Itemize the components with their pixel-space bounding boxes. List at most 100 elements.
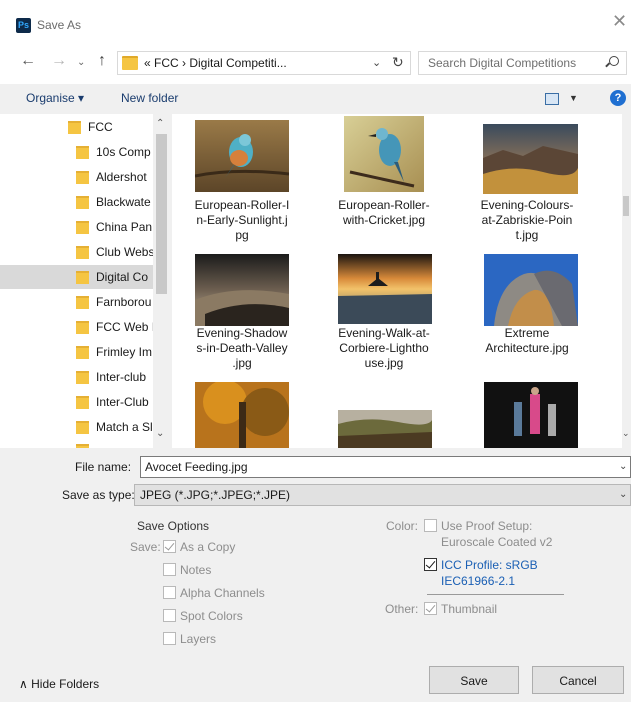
- tree-item-aldershot[interactable]: Aldershot: [0, 165, 153, 189]
- folder-icon: [76, 171, 89, 184]
- forward-arrow-icon[interactable]: →: [51, 52, 67, 70]
- scrollbar-thumb[interactable]: [156, 134, 167, 294]
- chevron-down-icon[interactable]: ⌄: [619, 461, 627, 472]
- new-folder-button[interactable]: New folder: [121, 91, 178, 105]
- folder-tree: FCC 10s Comp Aldershot Blackwate China P…: [0, 114, 170, 448]
- chevron-down-icon[interactable]: ⌄: [619, 489, 627, 500]
- tree-item-inter-club[interactable]: Inter-club: [0, 365, 153, 389]
- options-divider: [427, 594, 564, 595]
- as-a-copy-checkbox[interactable]: [163, 540, 176, 553]
- scroll-up-icon[interactable]: ⌃: [156, 118, 164, 129]
- tree-item-label: Blackwate: [96, 195, 151, 209]
- death-valley-thumbnail: [195, 254, 289, 326]
- thumbnail-checkbox[interactable]: [424, 602, 437, 615]
- tree-item-label: FCC Web I: [96, 320, 153, 334]
- refresh-icon[interactable]: ↻: [392, 54, 404, 71]
- notes-label: Notes: [180, 563, 212, 577]
- save-as-type-select[interactable]: JPEG (*.JPG;*.JPEG;*.JPE) ⌄: [134, 484, 631, 506]
- file-item[interactable]: European-Roller-I n-Early-Sunlight.j pg: [187, 114, 297, 250]
- scrollbar-thumb[interactable]: [623, 196, 629, 216]
- layers-checkbox[interactable]: [163, 632, 176, 645]
- save-options-title: Save Options: [137, 519, 210, 533]
- file-name-input[interactable]: Avocet Feeding.jpg: [145, 460, 248, 474]
- up-arrow-icon[interactable]: ↑: [98, 52, 106, 70]
- hide-folders-button[interactable]: ∧ Hide Folders: [19, 677, 99, 691]
- tree-item-label: Digital Co: [96, 270, 149, 284]
- help-icon[interactable]: ?: [610, 90, 626, 106]
- icc-profile-label: ICC Profile: sRGB: [441, 558, 538, 572]
- tree-item-china-pan[interactable]: China Pan: [0, 215, 153, 239]
- folder-icon: [68, 121, 81, 134]
- tree-item-blackwater[interactable]: Blackwate: [0, 190, 153, 214]
- notes-checkbox[interactable]: [163, 563, 176, 576]
- save-as-type-label: Save as type:: [62, 488, 135, 502]
- icc-profile-checkbox[interactable]: [424, 558, 437, 571]
- address-dropdown-icon[interactable]: ⌄: [372, 56, 381, 69]
- scroll-down-icon[interactable]: ⌄: [622, 428, 630, 439]
- use-proof-setup-checkbox[interactable]: [424, 519, 437, 532]
- alpha-channels-label: Alpha Channels: [180, 586, 265, 600]
- cancel-button[interactable]: Cancel: [532, 666, 624, 694]
- layers-label: Layers: [180, 632, 217, 646]
- folder-icon: [76, 271, 89, 284]
- save-button[interactable]: Save: [429, 666, 519, 694]
- spot-colors-checkbox[interactable]: [163, 609, 176, 622]
- file-grid-scrollbar[interactable]: ⌄: [622, 114, 631, 448]
- landscape-thumbnail: [338, 410, 432, 448]
- tree-item-fcc-web[interactable]: FCC Web I: [0, 315, 153, 339]
- file-item[interactable]: [329, 382, 439, 448]
- address-bar[interactable]: « FCC › Digital Competiti... ⌄ ↻: [117, 51, 411, 75]
- search-input[interactable]: Search Digital Competitions: [428, 56, 576, 70]
- save-as-type-value: JPEG (*.JPG;*.JPEG;*.JPE): [140, 488, 291, 502]
- tree-item-label: Inter-Club: [96, 395, 149, 409]
- window-title: Save As: [37, 18, 82, 32]
- corbiere-lighthouse-thumbnail: [338, 254, 432, 324]
- color-label: Color:: [386, 519, 419, 533]
- file-item[interactable]: Evening-Colours-at-Zabriskie-Poin t.jpg: [472, 114, 582, 250]
- file-item[interactable]: [472, 382, 582, 448]
- file-item[interactable]: [187, 382, 297, 448]
- tree-item-farnborough[interactable]: Farnborou: [0, 290, 153, 314]
- tree-item-fcc[interactable]: FCC: [0, 115, 153, 139]
- sidebar-scrollbar[interactable]: ⌃ ⌄: [153, 114, 170, 448]
- search-icon[interactable]: [609, 56, 619, 66]
- search-box[interactable]: Search Digital Competitions: [418, 51, 627, 75]
- file-item[interactable]: Extreme Architecture.jpg: [472, 250, 582, 386]
- recent-locations-chevron-icon[interactable]: ⌄: [77, 54, 85, 72]
- tree-item-frimley[interactable]: Frimley Im: [0, 340, 153, 364]
- zabriskie-point-thumbnail: [483, 124, 578, 194]
- tree-item-label: 10s Comp: [96, 145, 151, 159]
- spot-colors-label: Spot Colors: [180, 609, 243, 623]
- folder-icon: [76, 246, 89, 259]
- fashion-runway-thumbnail: [484, 382, 578, 448]
- tree-item-match-a-slide[interactable]: Match a Sl: [0, 415, 153, 439]
- folder-icon: [76, 396, 89, 409]
- as-a-copy-label: As a Copy: [180, 540, 236, 554]
- file-item[interactable]: European-Roller-with-Cricket.jpg: [329, 114, 439, 250]
- file-item[interactable]: Evening-Walk-at- Corbiere-Lightho use.jpg: [329, 250, 439, 386]
- tree-item-club-webs[interactable]: Club Webs: [0, 240, 153, 264]
- tree-item-label: FCC: [88, 120, 113, 134]
- tree-item-10s-comp[interactable]: 10s Comp: [0, 140, 153, 164]
- tree-item-inter-club-2[interactable]: Inter-Club: [0, 390, 153, 414]
- roller-cricket-thumbnail: [344, 116, 424, 192]
- organise-button[interactable]: Organise ▾: [26, 91, 84, 105]
- alpha-channels-checkbox[interactable]: [163, 586, 176, 599]
- tree-item-digital-competitions[interactable]: Digital Co: [0, 265, 153, 289]
- scroll-down-icon[interactable]: ⌄: [156, 428, 164, 439]
- file-item[interactable]: Evening-Shadow s-in-Death-Valley .jpg: [187, 250, 297, 386]
- folder-icon: [76, 321, 89, 334]
- command-toolbar: Organise ▾ New folder ▼ ?: [0, 84, 631, 114]
- folder-icon: [76, 221, 89, 234]
- address-path[interactable]: « FCC › Digital Competiti...: [144, 56, 287, 70]
- view-options-dropdown-icon[interactable]: ▼: [569, 93, 578, 103]
- folder-icon: [76, 146, 89, 159]
- file-name-label: Evening-Walk-at- Corbiere-Lightho use.jpg: [338, 326, 430, 370]
- file-name-field[interactable]: Avocet Feeding.jpg ⌄: [140, 456, 631, 478]
- close-icon[interactable]: ✕: [612, 12, 627, 30]
- tree-item-label: Match a Sl: [96, 420, 153, 434]
- back-arrow-icon[interactable]: ←: [20, 52, 36, 70]
- roller-sunlight-thumbnail: [195, 120, 289, 192]
- change-view-icon[interactable]: [545, 93, 559, 105]
- save-as-dialog: Ps Save As ✕ ← → ⌄ ↑ « FCC › Digital Com…: [0, 0, 631, 702]
